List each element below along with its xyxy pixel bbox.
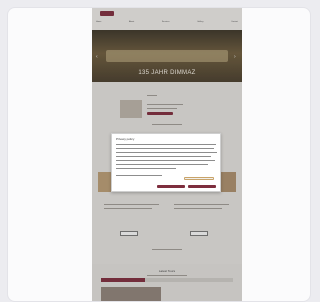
text-line: [116, 175, 162, 176]
cookie-dialog-title: Privacy policy: [116, 137, 135, 141]
text-line: [116, 168, 176, 169]
cookie-accept-button[interactable]: [157, 185, 185, 188]
preview-card: Home About Services Gallery Contact ‹ › …: [7, 7, 311, 302]
cookie-settings-button[interactable]: [184, 177, 214, 180]
text-line: [116, 148, 214, 149]
text-line: [116, 156, 211, 157]
cookie-consent-dialog: Privacy policy: [111, 133, 221, 192]
text-line: [116, 164, 208, 165]
cookie-accept-all-button[interactable]: [188, 185, 216, 188]
text-line: [116, 152, 217, 153]
text-line: [116, 160, 215, 161]
website-preview: Home About Services Gallery Contact ‹ › …: [92, 8, 242, 301]
text-line: [116, 144, 216, 145]
